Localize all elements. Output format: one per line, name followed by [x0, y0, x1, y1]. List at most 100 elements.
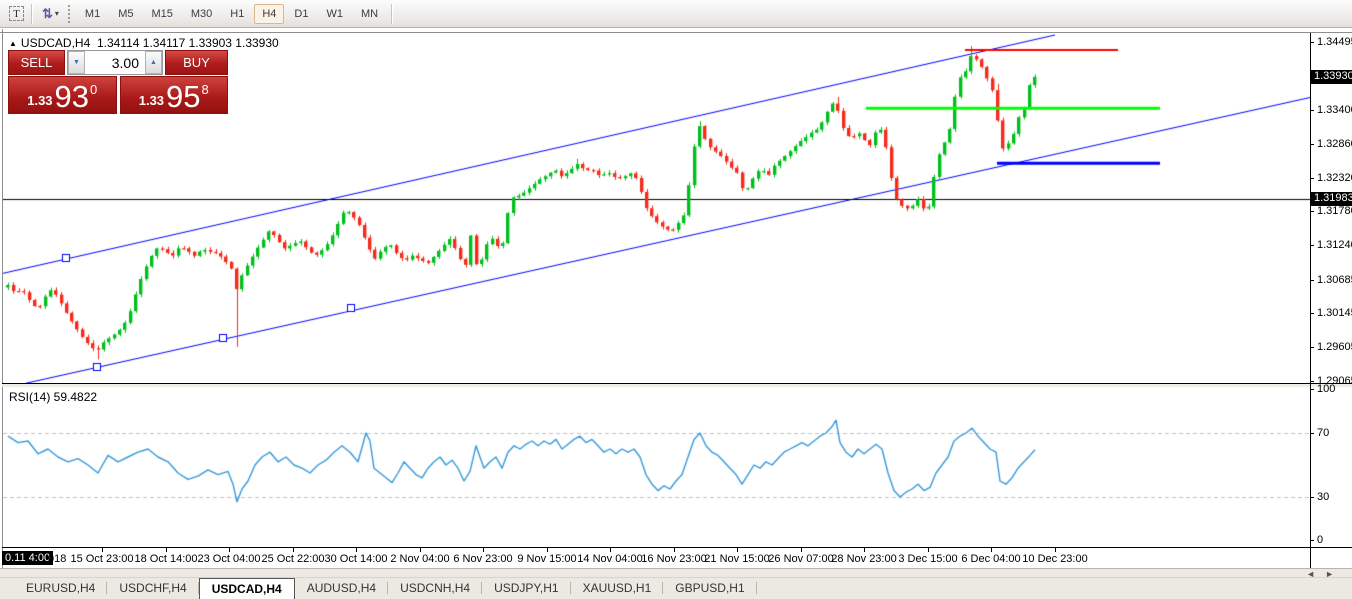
axis-label: 1.29605: [1317, 341, 1352, 353]
axis-tick: [1310, 313, 1314, 314]
chart-ohlc-values: 1.34114 1.34117 1.33903 1.33930: [96, 36, 279, 50]
chart-window: ▲ USDCAD,H4 1.34114 1.34117 1.33903 1.339…: [0, 29, 1352, 570]
current-bid-price-box: 1.33930: [1310, 69, 1352, 84]
axis-tick: [1310, 110, 1314, 111]
time-tick: [293, 548, 294, 552]
chart-tab-usdcad[interactable]: USDCAD,H4: [198, 578, 295, 599]
axis-label: 1.30145: [1317, 307, 1352, 319]
time-tick: [547, 548, 548, 552]
timeframe-button-h4[interactable]: H4: [254, 3, 285, 24]
level-price-box: 1.31983: [1310, 191, 1352, 206]
time-tick: [356, 548, 357, 552]
timeframe-buttons: M1 M5 M15 M30 H1 H4 D1 W1 MN: [76, 3, 387, 24]
chart-tab-gbpusd[interactable]: GBPUSD,H1: [663, 578, 757, 599]
timeframe-button-h1[interactable]: H1: [222, 4, 252, 24]
chart-tab-eurusd[interactable]: EURUSD,H4: [14, 578, 108, 599]
sell-price-prefix: 1.33: [27, 93, 53, 108]
time-tick: [102, 548, 103, 552]
axis-label: 1.31240: [1317, 239, 1352, 251]
chart-tab-bar: EURUSD,H4 USDCHF,H4 USDCAD,H4 AUDUSD,H4 USDC…: [0, 577, 1352, 599]
price-axis[interactable]: 1.33930 1.31983 1.34495 1.33400 1.32860 1.3…: [1310, 33, 1352, 568]
axis-tick: [1310, 280, 1314, 281]
buy-button[interactable]: BUY: [165, 50, 228, 75]
uptick-arrow-icon: ▲: [9, 39, 17, 48]
timeframe-button-mn[interactable]: MN: [353, 4, 386, 24]
time-label: 6 Nov 23:00: [453, 553, 513, 565]
chart-tab-usdcnh[interactable]: USDCNH,H4: [388, 578, 483, 599]
time-label: 21 Nov 15:00: [704, 553, 770, 565]
axis-tick: [1310, 245, 1314, 246]
chart-tab-audusd[interactable]: AUDUSD,H4: [295, 578, 389, 599]
axis-label: 1.34495: [1317, 36, 1352, 48]
timeframe-button-m15[interactable]: M15: [143, 4, 180, 24]
timeframe-button-m5[interactable]: M5: [110, 4, 141, 24]
text-tool-button[interactable]: T: [9, 6, 24, 21]
axis-label: 30: [1317, 491, 1330, 503]
time-label: 26 Nov 07:00: [768, 553, 834, 565]
arrows-tool-dropdown-icon[interactable]: ▾: [55, 9, 59, 18]
timeframe-button-m30[interactable]: M30: [183, 4, 220, 24]
axis-label: 0: [1317, 534, 1324, 546]
timeframe-button-m1[interactable]: M1: [77, 4, 108, 24]
sell-price-box[interactable]: 1.33 93 0: [8, 76, 117, 114]
volume-down-button[interactable]: ▼: [68, 51, 85, 74]
axis-tick: [1310, 497, 1314, 498]
axis-tick: [1310, 433, 1314, 434]
chart-title: ▲ USDCAD,H4 1.34114 1.34117 1.33903 1.339…: [9, 36, 279, 50]
pane-separator-line: [2, 383, 1352, 384]
time-label: 3 Dec 15:00: [898, 553, 958, 565]
time-tick: [610, 548, 611, 552]
axis-label: 1.30685: [1317, 274, 1352, 286]
time-tick: [864, 548, 865, 552]
time-label: 6 Dec 04:00: [961, 553, 1021, 565]
time-tick: [166, 548, 167, 552]
time-label: 2 Nov 04:00: [390, 553, 450, 565]
axis-tick: [1310, 389, 1314, 390]
time-label: 25 Oct 22:00: [261, 553, 325, 565]
sell-button[interactable]: SELL: [8, 50, 65, 75]
toolbar-grip[interactable]: [66, 3, 72, 24]
axis-label: 70: [1317, 427, 1330, 439]
axis-label: 1.32860: [1317, 138, 1352, 150]
timeframe-button-w1[interactable]: W1: [318, 4, 351, 24]
rsi-indicator-canvas[interactable]: [3, 387, 1310, 547]
time-tick: [229, 548, 230, 552]
time-label: 9 Nov 15:00: [517, 553, 577, 565]
chart-tab-xauusd[interactable]: XAUUSD,H1: [571, 578, 664, 599]
time-label: 23 Oct 04:00: [197, 553, 261, 565]
one-click-trading-panel: SELL ▼ 3.00 ▲ BUY 1.33 93 0 1.33 95 8: [8, 50, 228, 114]
chart-tab-usdchf[interactable]: USDCHF,H4: [107, 578, 200, 599]
timeframe-button-d1[interactable]: D1: [286, 4, 316, 24]
time-axis[interactable]: 0.11 4:00 018 15 Oct 23:00 18 Oct 14:00 23…: [2, 548, 1310, 570]
buy-price-prefix: 1.33: [138, 93, 165, 108]
time-tick: [674, 548, 675, 552]
time-label: 15 Oct 23:00: [70, 553, 134, 565]
buy-price-pipette: 8: [201, 82, 209, 97]
toolbar-separator: [31, 3, 32, 24]
pane-splitter[interactable]: [2, 384, 1352, 387]
buy-price-big-digits: 95: [166, 79, 201, 114]
time-tick: [1055, 548, 1056, 552]
chart-tab-usdjpy[interactable]: USDJPY,H1: [482, 578, 572, 599]
bottom-strip: [0, 568, 1352, 577]
mt4-window: T ⇅ ▾ M1 M5 M15 M30 H1 H4 D1 W1 MN ▲ USDCAD,H4 1.…: [0, 0, 1352, 599]
axis-label: 1.32320: [1317, 172, 1352, 184]
time-tick: [991, 548, 992, 552]
time-tick: [801, 548, 802, 552]
volume-input[interactable]: 3.00: [85, 51, 145, 74]
time-tick: [928, 548, 929, 552]
volume-up-button[interactable]: ▲: [145, 51, 162, 74]
time-label: 10 Dec 23:00: [1022, 553, 1088, 565]
axis-tick: [1310, 42, 1314, 43]
toolbar: T ⇅ ▾ M1 M5 M15 M30 H1 H4 D1 W1 MN: [0, 0, 1352, 28]
time-label: 16 Nov 23:00: [641, 553, 707, 565]
toolbar-separator: [391, 3, 393, 24]
arrows-tool-icon[interactable]: ⇅: [42, 6, 53, 22]
axis-tick: [1310, 540, 1314, 541]
axis-tick: [1310, 347, 1314, 348]
time-tick: [483, 548, 484, 552]
volume-stepper: ▼ 3.00 ▲: [67, 50, 163, 75]
buy-price-box[interactable]: 1.33 95 8: [119, 76, 228, 114]
axis-tick: [1310, 381, 1314, 382]
sell-price-pipette: 0: [90, 82, 98, 97]
